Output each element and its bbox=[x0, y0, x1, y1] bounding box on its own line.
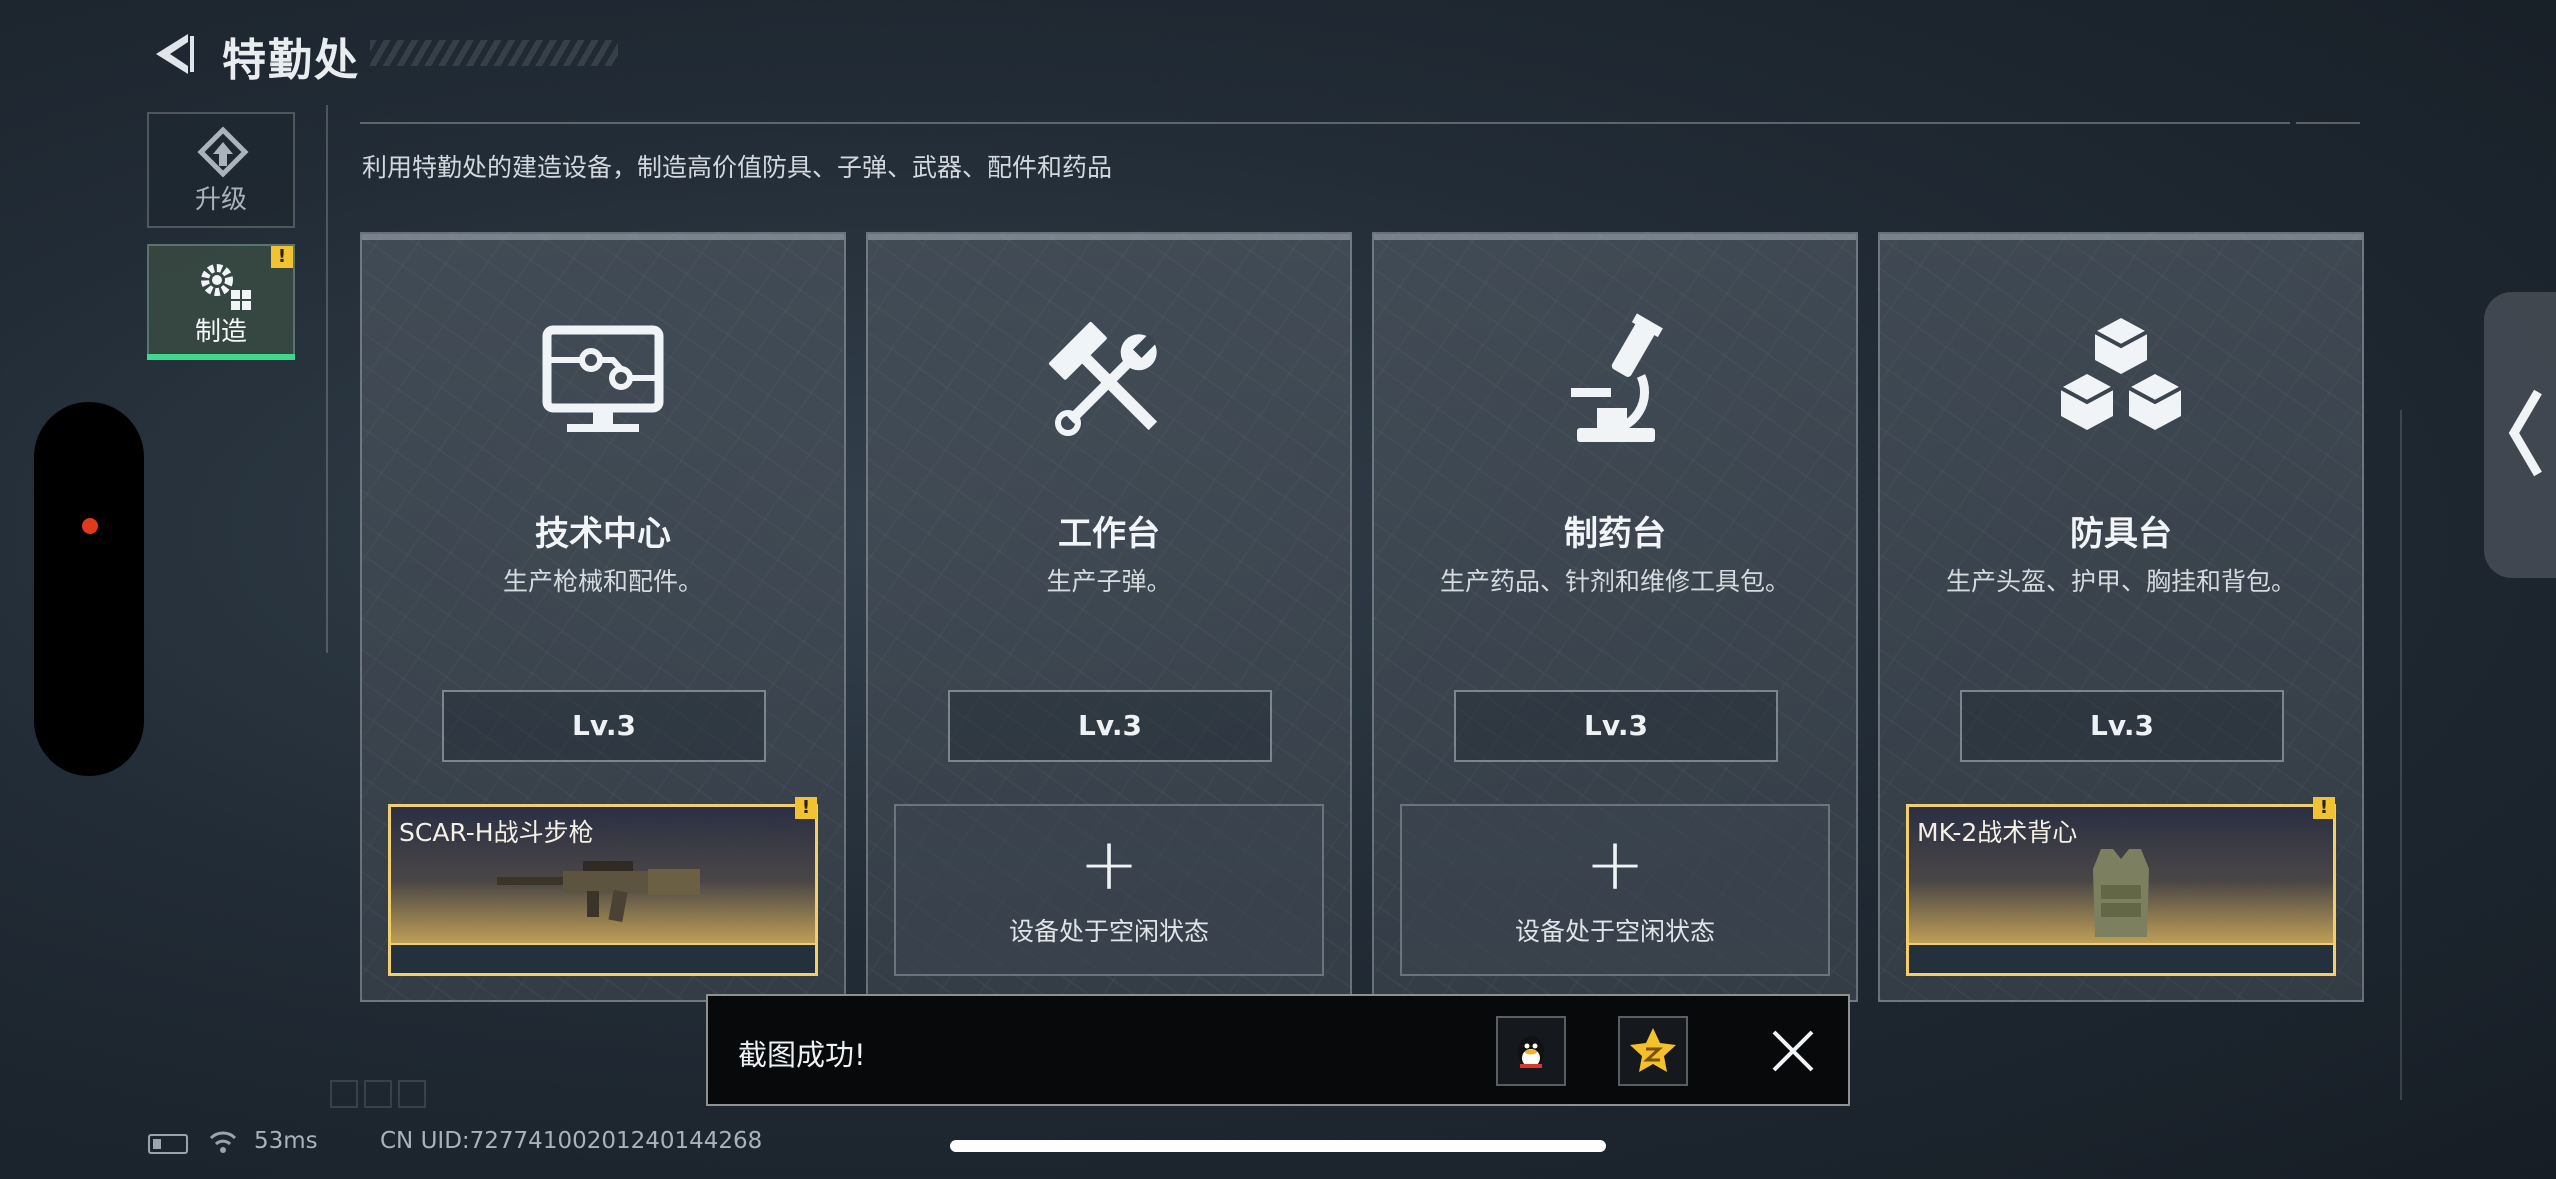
title-decoration bbox=[370, 40, 618, 66]
tab-upgrade-label: 升级 bbox=[194, 185, 247, 215]
station-description: 生产子弹。 bbox=[1046, 567, 1172, 596]
rifle-icon bbox=[497, 861, 700, 922]
cubes-icon bbox=[2060, 318, 2182, 430]
station-card-armor[interactable]: 防具台 生产头盔、护甲、胸挂和背包。 Lv.3 MK-2战术背心 ! bbox=[1878, 232, 2364, 1002]
header-divider bbox=[360, 122, 2290, 124]
station-level: Lv.3 bbox=[442, 690, 766, 762]
alert-badge: ! bbox=[2313, 797, 2335, 819]
microscope-icon bbox=[1571, 313, 1663, 442]
wifi-icon bbox=[209, 1131, 237, 1153]
screenshot-toast: 截图成功! bbox=[706, 994, 1850, 1106]
chevron-left-icon bbox=[2508, 389, 2542, 477]
ping-readout: 53ms bbox=[254, 1128, 318, 1154]
upgrade-icon bbox=[197, 126, 249, 178]
production-slot-empty[interactable]: + 设备处于空闲状态 bbox=[894, 804, 1324, 976]
share-qq-button[interactable] bbox=[1496, 1016, 1566, 1086]
qq-icon bbox=[1518, 1036, 1544, 1068]
monitor-icon bbox=[542, 325, 664, 432]
production-slot[interactable]: MK-2战术背心 ! bbox=[1906, 797, 2336, 976]
station-name: 技术中心 bbox=[535, 514, 671, 554]
station-description: 生产药品、针剂和维修工具包。 bbox=[1439, 567, 1790, 596]
record-dot-icon bbox=[82, 518, 98, 534]
hammer-wrench-icon bbox=[1049, 322, 1158, 437]
screen-recording-indicator[interactable] bbox=[34, 402, 144, 776]
active-tab-indicator bbox=[147, 354, 295, 360]
production-slot-empty[interactable]: + 设备处于空闲状态 bbox=[1400, 804, 1830, 976]
station-card-tech-center[interactable]: 技术中心 生产枪械和配件。 Lv.3 SCAR-H战斗步枪 ! bbox=[360, 232, 846, 1002]
station-name: 制药台 bbox=[1564, 514, 1666, 554]
slot-footer bbox=[391, 943, 815, 973]
alert-badge: ! bbox=[795, 797, 817, 819]
slot-footer bbox=[1909, 943, 2333, 973]
station-description: 生产枪械和配件。 bbox=[502, 567, 703, 596]
battery-icon bbox=[148, 1134, 188, 1154]
station-card-pharmacy[interactable]: 制药台 生产药品、针剂和维修工具包。 Lv.3 + 设备处于空闲状态 bbox=[1372, 232, 1858, 1002]
production-slot[interactable]: SCAR-H战斗步枪 ! bbox=[388, 797, 818, 976]
station-level: Lv.3 bbox=[1960, 690, 2284, 762]
decoration-square bbox=[398, 1080, 426, 1108]
decoration-square bbox=[330, 1080, 358, 1108]
item-name: SCAR-H战斗步枪 bbox=[399, 818, 594, 847]
station-description: 生产头盔、护甲、胸挂和背包。 bbox=[1945, 567, 2296, 596]
plus-icon: + bbox=[1584, 822, 1646, 906]
plus-icon: + bbox=[1078, 822, 1140, 906]
tab-make[interactable]: 制造 ! bbox=[147, 244, 295, 360]
alert-badge: ! bbox=[271, 246, 293, 268]
close-icon bbox=[1772, 1030, 1814, 1072]
right-divider bbox=[2400, 410, 2402, 1100]
station-level: Lv.3 bbox=[948, 690, 1272, 762]
station-name: 防具台 bbox=[2070, 514, 2172, 554]
item-name: MK-2战术背心 bbox=[1917, 818, 2078, 847]
user-uid: CN UID:72774100201240144268 bbox=[380, 1128, 763, 1154]
close-toast-button[interactable] bbox=[1768, 1026, 1818, 1076]
decoration-square bbox=[364, 1080, 392, 1108]
share-qzone-button[interactable] bbox=[1618, 1016, 1688, 1086]
gears-icon bbox=[201, 264, 251, 310]
page-description: 利用特勤处的建造设备，制造高价值防具、子弹、武器、配件和药品 bbox=[362, 153, 1113, 182]
idle-status: 设备处于空闲状态 bbox=[1514, 917, 1715, 946]
content-divider bbox=[326, 105, 328, 653]
header-divider-end bbox=[2296, 122, 2360, 124]
tab-make-label: 制造 bbox=[194, 317, 247, 347]
qzone-icon bbox=[1630, 1028, 1676, 1072]
home-indicator[interactable] bbox=[950, 1140, 1606, 1152]
tab-upgrade[interactable]: 升级 bbox=[147, 112, 295, 228]
station-name: 工作台 bbox=[1058, 514, 1160, 554]
vest-icon bbox=[2093, 849, 2149, 937]
station-level: Lv.3 bbox=[1454, 690, 1778, 762]
back-arrow-icon bbox=[156, 34, 194, 74]
side-drawer-handle[interactable] bbox=[2484, 292, 2556, 578]
page-title: 特勤处 bbox=[222, 35, 360, 86]
toast-message: 截图成功! bbox=[738, 1038, 866, 1072]
station-card-workbench[interactable]: 工作台 生产子弹。 Lv.3 + 设备处于空闲状态 bbox=[866, 232, 1352, 1002]
idle-status: 设备处于空闲状态 bbox=[1008, 917, 1209, 946]
back-button[interactable] bbox=[148, 28, 196, 80]
